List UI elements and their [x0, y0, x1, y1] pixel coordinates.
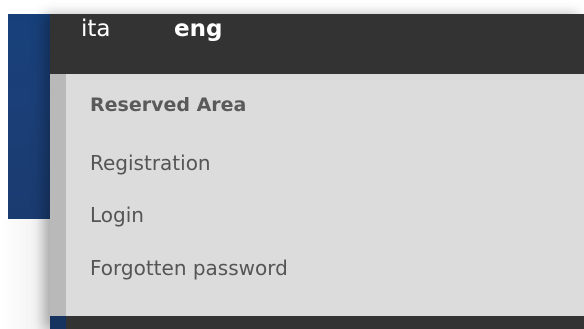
- language-bar: ita eng: [50, 14, 584, 74]
- menu-heading: Reserved Area: [90, 94, 247, 116]
- page-background-lower: [0, 219, 50, 329]
- menu-side-stripe: [50, 74, 66, 316]
- dropdown-panel: ita eng Reserved Area Registration Login…: [50, 14, 584, 329]
- menu-item-registration[interactable]: Registration: [90, 151, 211, 175]
- menu-bottom-bar: [50, 316, 584, 329]
- language-option-eng[interactable]: eng: [174, 14, 222, 44]
- page-background-edge: [0, 14, 8, 219]
- menu-bottom-stripe: [50, 316, 66, 329]
- language-option-ita[interactable]: ita: [81, 14, 111, 44]
- menu-item-login[interactable]: Login: [90, 203, 144, 227]
- menu-item-forgotten-password[interactable]: Forgotten password: [90, 256, 288, 280]
- page-background-top: [0, 0, 584, 14]
- reserved-area-menu: Reserved Area Registration Login Forgott…: [50, 74, 584, 316]
